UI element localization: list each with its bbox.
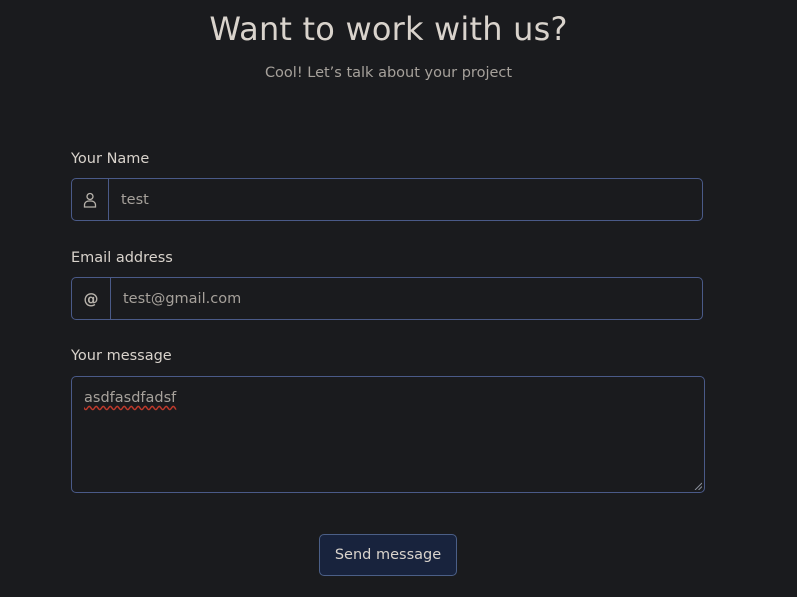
page-subtitle: Cool! Let’s talk about your project (264, 65, 513, 81)
message-text: asdfasdfadsf (84, 390, 177, 406)
name-input[interactable]: test (109, 179, 702, 220)
email-input[interactable]: test@gmail.com (111, 278, 702, 319)
resize-handle-icon[interactable] (694, 482, 702, 490)
email-label: Email address (71, 250, 173, 266)
contact-page: Want to work with us? Cool! Let’s talk a… (0, 0, 797, 597)
email-field-group: @ test@gmail.com (71, 277, 703, 320)
name-label: Your Name (71, 151, 150, 167)
message-textarea[interactable]: asdfasdfadsf (71, 376, 705, 493)
at-icon: @ (72, 278, 111, 319)
send-message-button[interactable]: Send message (319, 534, 457, 576)
user-icon (72, 179, 109, 220)
message-label: Your message (71, 348, 172, 364)
page-title: Want to work with us? (209, 10, 568, 48)
name-field-group: test (71, 178, 703, 221)
